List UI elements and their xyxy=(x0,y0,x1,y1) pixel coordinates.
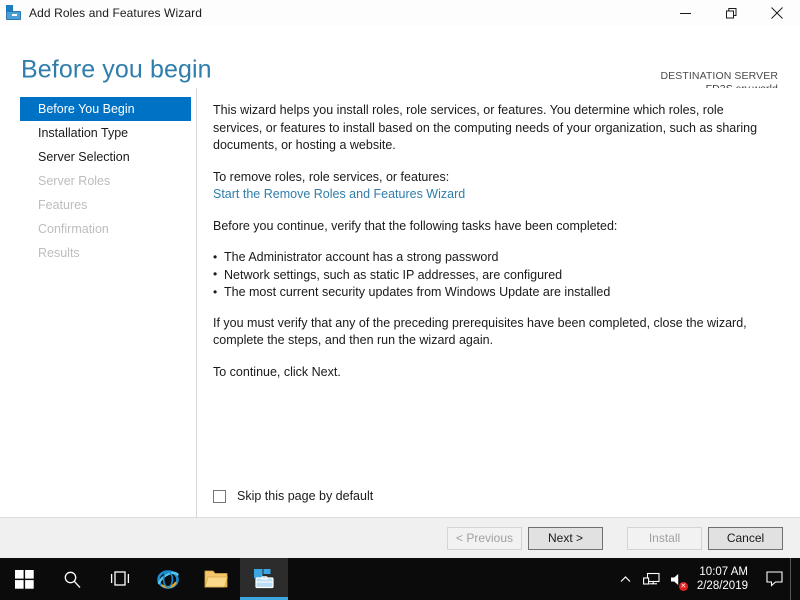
window-title: Add Roles and Features Wizard xyxy=(29,6,202,20)
prerequisites-note: If you must verify that any of the prece… xyxy=(213,315,747,348)
sidebar-item-installation-type[interactable]: Installation Type xyxy=(20,121,191,145)
action-center-icon[interactable] xyxy=(758,558,790,600)
verify-prompt: Before you continue, verify that the fol… xyxy=(213,218,618,233)
next-button[interactable]: Next > xyxy=(528,526,603,550)
cancel-button[interactable]: Cancel xyxy=(708,526,783,550)
network-icon[interactable] xyxy=(639,558,665,600)
restore-icon[interactable] xyxy=(708,0,754,26)
wizard-header: Before you begin DESTINATION SERVER FD3S… xyxy=(0,26,800,95)
sidebar-item-server-selection[interactable]: Server Selection xyxy=(20,145,191,169)
install-button: Install xyxy=(627,526,702,550)
chevron-up-icon[interactable] xyxy=(613,558,639,600)
clock-time: 10:07 AM xyxy=(699,566,748,578)
file-explorer-icon[interactable] xyxy=(192,558,240,600)
destination-server-label: DESTINATION SERVER xyxy=(660,70,778,82)
wizard-sidebar: Before You Begin Installation Type Serve… xyxy=(0,88,197,517)
wizard-body: Before You Begin Installation Type Serve… xyxy=(0,88,800,517)
windows-start-icon[interactable] xyxy=(0,558,48,600)
window-titlebar: Add Roles and Features Wizard xyxy=(0,0,800,26)
wizard-window: Add Roles and Features Wizard Before you… xyxy=(0,0,800,558)
list-item: The most current security updates from W… xyxy=(213,284,782,302)
remove-prompt: To remove roles, role services, or featu… xyxy=(213,169,450,184)
sidebar-item-server-roles: Server Roles xyxy=(38,174,111,188)
muted-badge: ✕ xyxy=(678,582,688,591)
show-desktop-button[interactable] xyxy=(790,558,796,600)
server-manager-icon xyxy=(5,4,23,22)
remove-roles-wizard-link[interactable]: Start the Remove Roles and Features Wiza… xyxy=(213,186,465,204)
skip-page-checkbox-row[interactable]: Skip this page by default xyxy=(213,489,373,503)
wizard-content: This wizard helps you install roles, rol… xyxy=(197,88,800,517)
list-item: Network settings, such as static IP addr… xyxy=(213,266,782,285)
close-icon[interactable] xyxy=(754,0,800,26)
previous-button: < Previous xyxy=(447,526,522,550)
internet-explorer-icon[interactable] xyxy=(144,558,192,600)
minimize-icon[interactable] xyxy=(662,0,708,26)
system-tray: ✕ 10:07 AM 2/28/2019 xyxy=(613,558,800,600)
sidebar-item-before-you-begin[interactable]: Before You Begin xyxy=(20,97,191,121)
prerequisite-list: The Administrator account has a strong p… xyxy=(213,249,782,302)
search-icon[interactable] xyxy=(48,558,96,600)
skip-page-label: Skip this page by default xyxy=(237,489,374,503)
taskbar-clock[interactable]: 10:07 AM 2/28/2019 xyxy=(691,558,758,600)
sidebar-item-features: Features xyxy=(38,198,88,212)
sidebar-item-confirmation: Confirmation xyxy=(38,222,109,236)
list-item: The Administrator account has a strong p… xyxy=(213,249,782,267)
task-view-icon[interactable] xyxy=(96,558,144,600)
skip-page-checkbox[interactable] xyxy=(213,489,226,503)
window-controls xyxy=(662,0,800,26)
wizard-footer: < Previous Next > Install Cancel xyxy=(0,517,800,558)
continue-note: To continue, click Next. xyxy=(213,364,341,379)
taskbar: ✕ 10:07 AM 2/28/2019 xyxy=(0,558,800,600)
server-manager-icon[interactable] xyxy=(240,558,288,600)
speaker-muted-icon[interactable]: ✕ xyxy=(665,558,691,600)
page-title: Before you begin xyxy=(21,55,212,84)
clock-date: 2/28/2019 xyxy=(696,580,748,592)
intro-paragraph: This wizard helps you install roles, rol… xyxy=(213,103,758,152)
taskbar-spacer xyxy=(288,558,613,600)
sidebar-item-results: Results xyxy=(38,246,80,260)
